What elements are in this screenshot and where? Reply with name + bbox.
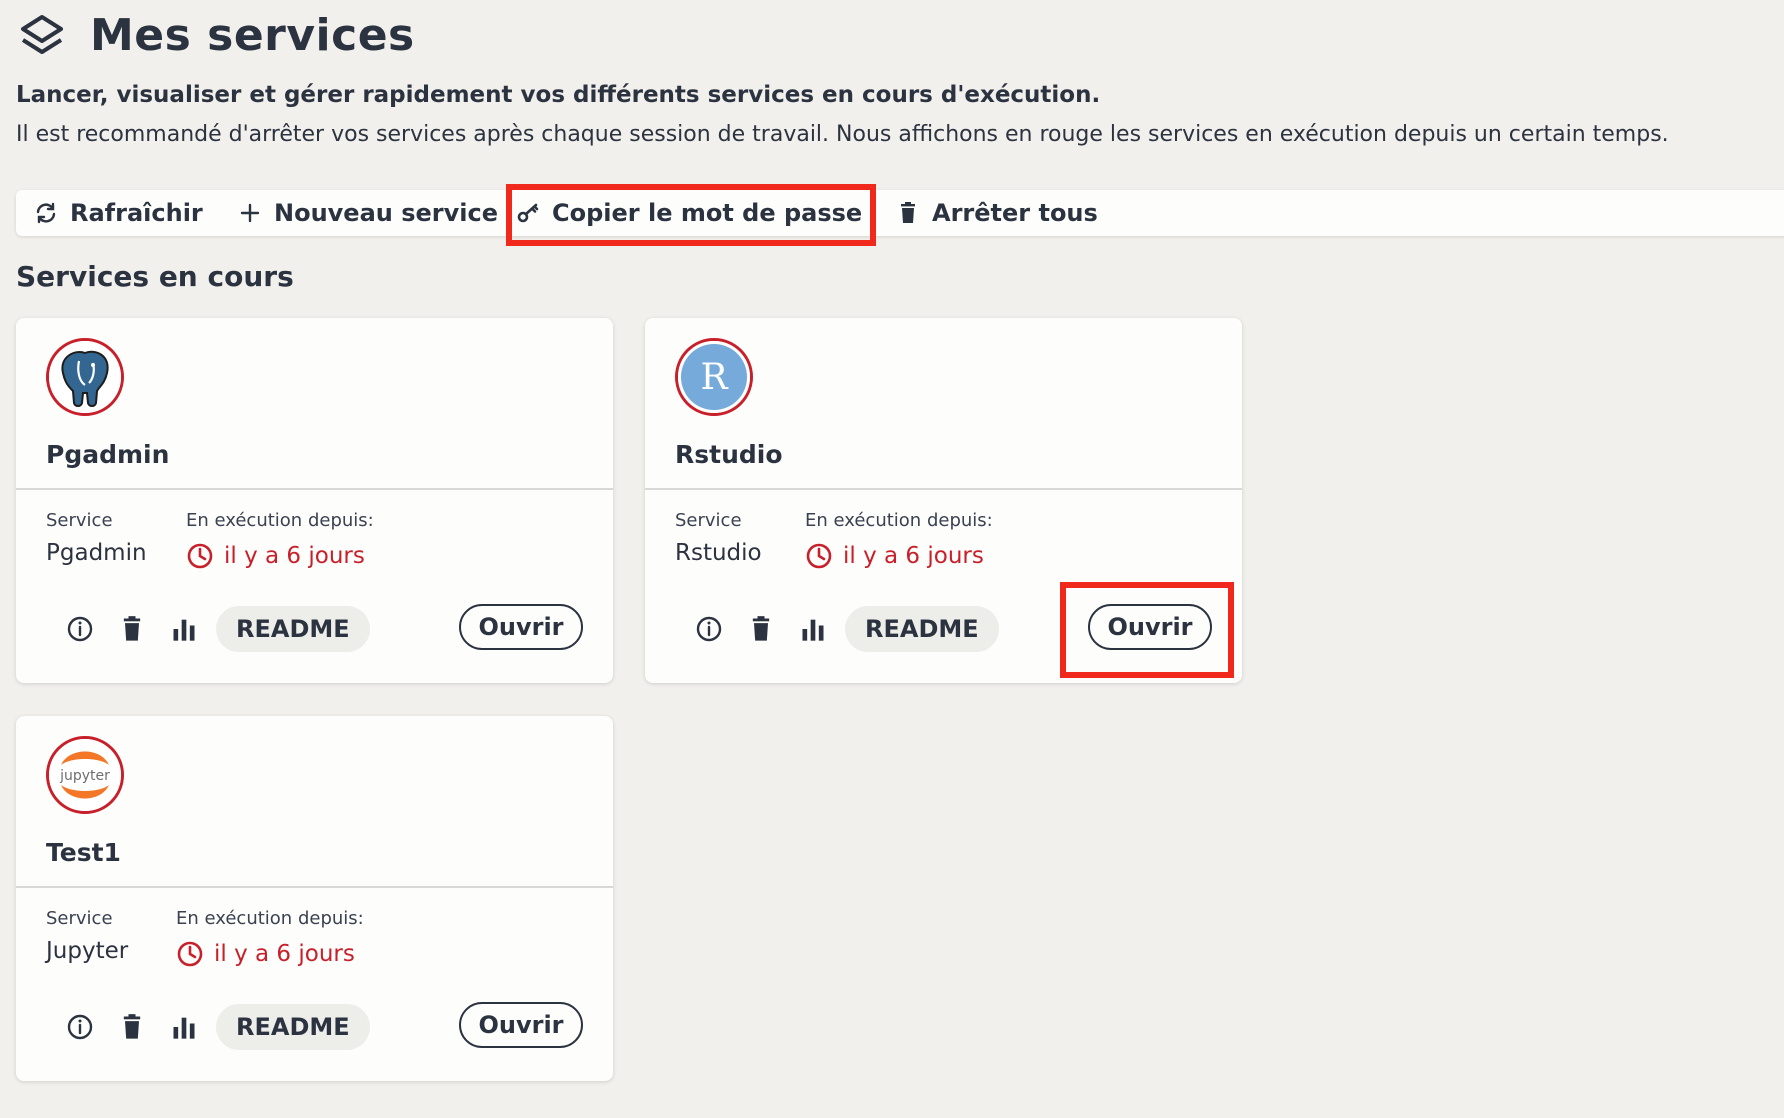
jupyter-logo-text: jupyter <box>59 768 110 784</box>
refresh-label: Rafraîchir <box>70 199 203 227</box>
running-since-value: il y a 6 jours <box>805 542 984 570</box>
delete-button[interactable] <box>106 1007 158 1047</box>
page-subtitle: Lancer, visualiser et gérer rapidement v… <box>16 82 1101 108</box>
info-icon <box>67 616 93 642</box>
bar-chart-icon <box>173 619 195 641</box>
running-since-label: En exécution depuis: <box>805 510 993 531</box>
readme-button[interactable]: README <box>216 1004 370 1050</box>
delete-button[interactable] <box>735 609 787 649</box>
refresh-icon <box>36 202 56 224</box>
running-since-text: il y a 6 jours <box>224 543 365 569</box>
open-button[interactable]: Ouvrir <box>459 604 583 650</box>
info-icon <box>696 616 722 642</box>
copy-password-label: Copier le mot de passe <box>552 199 863 227</box>
running-since-label: En exécution depuis: <box>186 510 374 531</box>
card-actions: README <box>54 1004 370 1050</box>
running-since-value: il y a 6 jours <box>186 542 365 570</box>
card-actions: README <box>683 606 999 652</box>
trash-icon <box>901 202 915 223</box>
running-since-label: En exécution depuis: <box>176 908 364 929</box>
trash-icon <box>752 616 770 641</box>
toolbar: Rafraîchir Nouveau service Copier le mot… <box>16 190 1784 236</box>
plus-icon <box>240 203 260 223</box>
section-title: Services en cours <box>16 260 294 293</box>
bar-chart-icon <box>802 619 824 641</box>
running-since-text: il y a 6 jours <box>843 543 984 569</box>
card-divider <box>16 488 613 490</box>
info-button[interactable] <box>54 609 106 649</box>
key-icon <box>517 203 539 223</box>
postgres-elephant-icon <box>49 341 121 413</box>
service-logo: R <box>675 338 753 416</box>
monitoring-button[interactable] <box>158 609 210 649</box>
info-icon <box>67 1014 93 1040</box>
service-type: Rstudio <box>675 540 762 566</box>
clock-icon <box>187 543 213 569</box>
new-service-label: Nouveau service <box>274 199 498 227</box>
service-label: Service <box>46 510 113 531</box>
stop-all-button[interactable]: Arrêter tous <box>896 190 1098 236</box>
stop-all-label: Arrêter tous <box>932 199 1098 227</box>
page-header: Mes services <box>18 10 415 61</box>
refresh-button[interactable]: Rafraîchir <box>34 190 203 236</box>
page-title: Mes services <box>90 10 415 61</box>
jupyter-icon: jupyter <box>49 739 121 811</box>
clock-icon <box>177 941 203 967</box>
service-type: Pgadmin <box>46 540 147 566</box>
service-logo <box>46 338 124 416</box>
info-button[interactable] <box>54 1007 106 1047</box>
open-button[interactable]: Ouvrir <box>1088 604 1212 650</box>
readme-button[interactable]: README <box>216 606 370 652</box>
running-since-text: il y a 6 jours <box>214 941 355 967</box>
rstudio-r-icon: R <box>678 341 750 413</box>
new-service-button[interactable]: Nouveau service <box>238 190 498 236</box>
service-type: Jupyter <box>46 938 129 964</box>
card-divider <box>16 886 613 888</box>
page-description: Il est recommandé d'arrêter vos services… <box>16 122 1669 147</box>
card-actions: README <box>54 606 370 652</box>
readme-button[interactable]: README <box>845 606 999 652</box>
service-label: Service <box>675 510 742 531</box>
clock-icon <box>806 543 832 569</box>
layers-icon <box>21 14 63 54</box>
service-card-rstudio: R Rstudio Service En exécution depuis: R… <box>645 318 1242 683</box>
service-name: Pgadmin <box>46 440 170 469</box>
service-name: Rstudio <box>675 440 783 469</box>
monitoring-button[interactable] <box>787 609 839 649</box>
delete-button[interactable] <box>106 609 158 649</box>
service-card-pgadmin: Pgadmin Service En exécution depuis: Pga… <box>16 318 613 683</box>
service-label: Service <box>46 908 113 929</box>
trash-icon <box>123 1014 141 1039</box>
running-since-value: il y a 6 jours <box>176 940 355 968</box>
card-divider <box>645 488 1242 490</box>
service-logo: jupyter <box>46 736 124 814</box>
bar-chart-icon <box>173 1017 195 1039</box>
monitoring-button[interactable] <box>158 1007 210 1047</box>
service-name: Test1 <box>46 838 121 867</box>
trash-icon <box>123 616 141 641</box>
open-button[interactable]: Ouvrir <box>459 1002 583 1048</box>
info-button[interactable] <box>683 609 735 649</box>
rstudio-logo-letter: R <box>700 357 728 398</box>
service-card-test1: jupyter Test1 Service En exécution depui… <box>16 716 613 1081</box>
copy-password-button[interactable]: Copier le mot de passe <box>516 190 862 236</box>
